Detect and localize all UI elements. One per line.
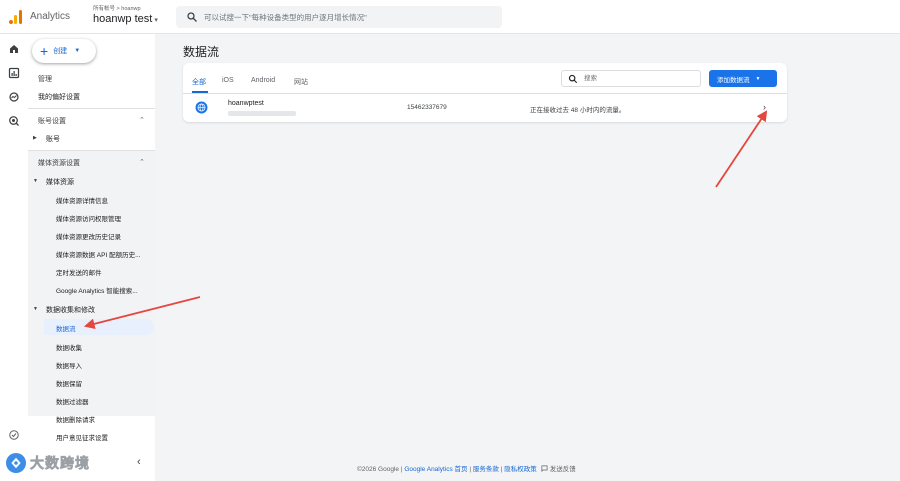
property-selector[interactable]: hoanwp test ▾ bbox=[93, 13, 158, 25]
sidebar-item-property-details[interactable]: 媒体资源详情信息 bbox=[56, 195, 108, 205]
blurred-stream-url bbox=[228, 111, 296, 116]
search-icon bbox=[568, 74, 578, 84]
divider bbox=[28, 150, 155, 151]
feedback-link[interactable]: 发送反馈 bbox=[550, 466, 576, 473]
sidebar-item-api-quota[interactable]: 媒体资源数据 API 配额历史... bbox=[56, 249, 141, 259]
sidebar-item-account[interactable]: 账号 bbox=[46, 134, 60, 144]
watermark-logo-icon bbox=[6, 453, 26, 473]
analytics-logo-icon[interactable] bbox=[9, 10, 23, 24]
expand-triangle-icon[interactable]: ▼ bbox=[33, 306, 38, 312]
sidebar-item-data-deletion[interactable]: 数据删除请求 bbox=[56, 414, 95, 424]
expand-triangle-icon[interactable]: ▼ bbox=[33, 178, 38, 184]
stream-status: 正在接收过去 48 小时内的流量。 bbox=[530, 107, 626, 114]
tab-all[interactable]: 全部 bbox=[192, 77, 206, 87]
tab-ios[interactable]: iOS bbox=[222, 77, 234, 84]
sidebar-item-intelligent-search[interactable]: Google Analytics 智能搜索... bbox=[56, 285, 138, 295]
sidebar-item-scheduled-emails[interactable]: 定时发送的邮件 bbox=[56, 267, 102, 277]
privacy-link[interactable]: 隐私权政策 bbox=[504, 466, 537, 473]
advertising-icon[interactable] bbox=[8, 115, 20, 127]
page-title: 数据流 bbox=[183, 45, 220, 59]
property-settings-heading[interactable]: 媒体资源设置 bbox=[38, 158, 80, 168]
divider bbox=[28, 108, 155, 109]
reports-icon[interactable] bbox=[8, 67, 20, 79]
caret-down-icon: ▼ bbox=[755, 75, 761, 82]
chevron-right-icon[interactable]: › bbox=[763, 102, 766, 112]
admin-sidebar: + 创建 ▼ 管理 我的偏好设置 账号设置 ⌃ ▶ 账号 媒体资源设置 ⌃ ▼ … bbox=[28, 34, 155, 481]
admin-heading[interactable]: 管理 bbox=[38, 74, 52, 84]
watermark-text: 大数跨境 bbox=[30, 455, 90, 472]
stream-id: 15462337679 bbox=[407, 104, 447, 111]
create-label: 创建 bbox=[53, 48, 68, 55]
sidebar-item-data-import[interactable]: 数据导入 bbox=[56, 360, 82, 370]
expand-triangle-icon[interactable]: ▶ bbox=[33, 135, 37, 141]
web-stream-icon bbox=[195, 101, 208, 114]
account-breadcrumb[interactable]: 所有帐号 > hoanwp bbox=[93, 4, 141, 12]
create-button[interactable]: + 创建 ▼ bbox=[32, 39, 96, 63]
stream-name: hoanwptest bbox=[228, 100, 264, 107]
table-row[interactable]: hoanwptest 15462337679 正在接收过去 48 小时内的流量。… bbox=[183, 94, 787, 122]
add-stream-label: 添加数据流 bbox=[717, 76, 750, 84]
insights-icon[interactable] bbox=[8, 429, 20, 441]
footer: ©2026 Google | Google Analytics 首页 | 服务条… bbox=[357, 463, 576, 473]
tab-web[interactable]: 网站 bbox=[294, 77, 308, 87]
sidebar-item-data-streams[interactable]: 数据流 bbox=[56, 323, 76, 333]
search-icon bbox=[187, 12, 197, 22]
terms-link[interactable]: 服务条款 bbox=[473, 466, 499, 473]
sidebar-item-change-history[interactable]: 媒体资源更改历史记录 bbox=[56, 231, 121, 241]
plus-icon: + bbox=[40, 43, 49, 59]
sidebar-item-data-collection[interactable]: 数据收集和修改 bbox=[46, 305, 95, 315]
sidebar-item-consent-settings[interactable]: 用户意见征求设置 bbox=[56, 432, 108, 442]
top-app-bar: Analytics 所有帐号 > hoanwp hoanwp test ▾ bbox=[0, 0, 900, 34]
analytics-home-link[interactable]: Google Analytics 首页 bbox=[404, 466, 467, 473]
app-name: Analytics bbox=[30, 11, 71, 22]
sidebar-item-data-collection-settings[interactable]: 数据收集 bbox=[56, 342, 82, 352]
home-icon[interactable] bbox=[8, 43, 20, 55]
data-streams-card: 全部 iOS Android 网站 添加数据流 ▼ hoanwptest 154… bbox=[183, 63, 787, 122]
account-settings-heading[interactable]: 账号设置 bbox=[38, 116, 66, 126]
my-preferences-link[interactable]: 我的偏好设置 bbox=[38, 92, 80, 102]
property-name: hoanwp test bbox=[93, 13, 153, 25]
chevron-up-icon[interactable]: ⌃ bbox=[139, 158, 145, 166]
copyright: ©2026 Google bbox=[357, 466, 400, 473]
global-search[interactable] bbox=[176, 6, 502, 28]
annotation-arrow-to-stream-row bbox=[715, 110, 768, 188]
watermark: 大数跨境 bbox=[6, 452, 90, 474]
sidebar-item-data-filters[interactable]: 数据过滤器 bbox=[56, 396, 89, 406]
global-search-input[interactable] bbox=[204, 10, 494, 24]
chevron-up-icon[interactable]: ⌃ bbox=[139, 116, 145, 124]
stream-search-input[interactable] bbox=[584, 73, 696, 84]
chevron-down-icon: ▼ bbox=[74, 48, 81, 54]
sidebar-item-property[interactable]: 媒体资源 bbox=[46, 177, 74, 187]
explore-icon[interactable] bbox=[8, 91, 20, 103]
feedback-icon[interactable] bbox=[541, 465, 548, 472]
collapse-sidebar-icon[interactable]: ‹ bbox=[137, 456, 141, 468]
caret-down-icon: ▾ bbox=[154, 17, 158, 24]
stream-search[interactable] bbox=[561, 70, 701, 87]
sidebar-item-property-access[interactable]: 媒体资源访问权限管理 bbox=[56, 213, 121, 223]
tab-android[interactable]: Android bbox=[251, 77, 275, 84]
property-settings-section bbox=[28, 150, 155, 416]
sidebar-item-data-retention[interactable]: 数据保留 bbox=[56, 378, 82, 388]
icon-rail bbox=[0, 34, 28, 481]
add-stream-button[interactable]: 添加数据流 ▼ bbox=[709, 70, 777, 87]
